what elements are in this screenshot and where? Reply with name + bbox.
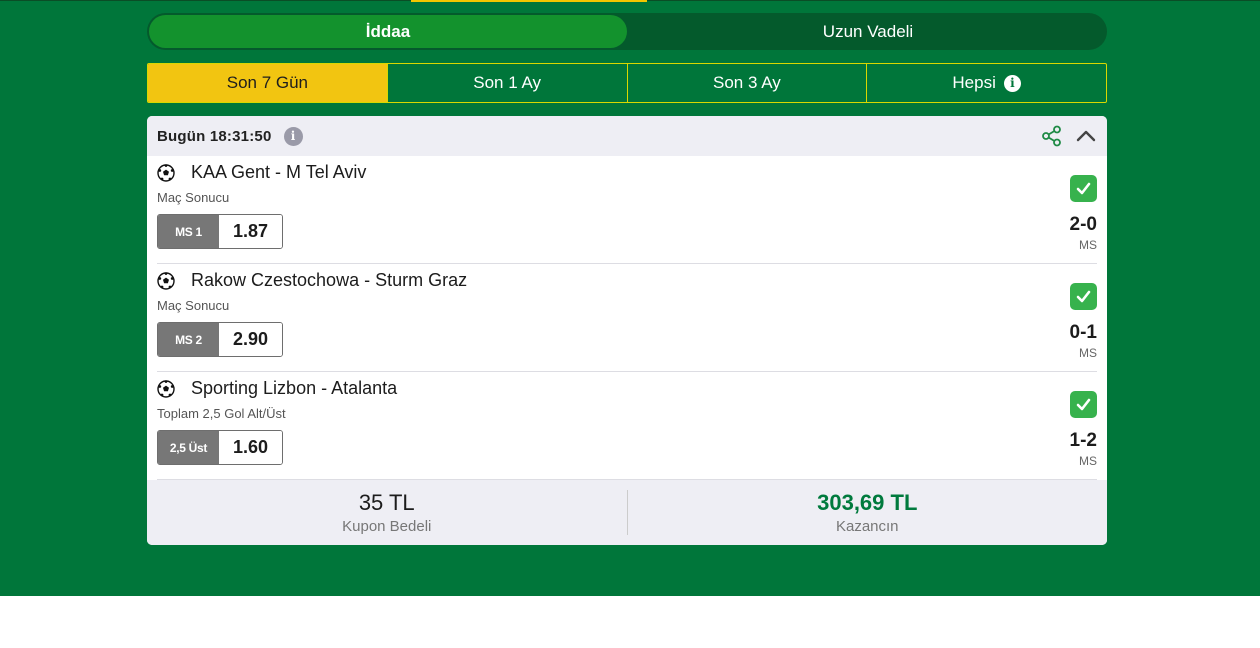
bet-type: Maç Sonucu bbox=[157, 298, 230, 313]
bet-type: Maç Sonucu bbox=[157, 190, 230, 205]
match-row: Sporting Lizbon - Atalanta Toplam 2,5 Go… bbox=[157, 372, 1097, 480]
bet-pick: 2,5 Üst bbox=[158, 431, 219, 464]
match-score: 1-2 bbox=[1069, 430, 1097, 451]
match-score: 2-0 bbox=[1069, 214, 1097, 235]
odds-value: 1.87 bbox=[219, 215, 282, 248]
chevron-up-icon[interactable] bbox=[1075, 125, 1097, 147]
football-icon bbox=[157, 379, 175, 398]
coupon-footer: 35 TL Kupon Bedeli 303,69 TL Kazancın bbox=[147, 480, 1107, 545]
period-tab-all-label: Hepsi bbox=[952, 73, 996, 92]
football-icon bbox=[157, 163, 175, 182]
stake-cell: 35 TL Kupon Bedeli bbox=[147, 480, 627, 545]
check-icon bbox=[1070, 283, 1097, 310]
period-tab-7-days[interactable]: Son 7 Gün bbox=[148, 64, 387, 102]
match-score: 0-1 bbox=[1069, 322, 1097, 343]
match-title: Sporting Lizbon - Atalanta bbox=[157, 378, 397, 399]
top-accent-bar bbox=[411, 0, 647, 2]
football-icon bbox=[157, 271, 175, 290]
stake-amount: 35 TL bbox=[358, 490, 415, 515]
check-icon bbox=[1070, 175, 1097, 202]
coupon-header: Bugün 18:31:50 i bbox=[147, 116, 1107, 156]
tab-iddaa[interactable]: İddaa bbox=[149, 15, 627, 48]
tab-uzun-vadeli[interactable]: Uzun Vadeli bbox=[629, 13, 1107, 50]
period-tab-1-month[interactable]: Son 1 Ay bbox=[386, 64, 627, 102]
match-teams: Sporting Lizbon - Atalanta bbox=[191, 378, 398, 398]
bet-pick: MS 1 bbox=[158, 215, 219, 248]
odds-box: MS 2 2.90 bbox=[157, 322, 283, 357]
coupon-header-actions bbox=[1041, 125, 1097, 147]
period-tab-all[interactable]: Hepsi i bbox=[866, 64, 1106, 102]
match-row: Rakow Czestochowa - Sturm Graz Maç Sonuc… bbox=[157, 264, 1097, 372]
score-label: MS bbox=[1079, 454, 1097, 468]
check-icon bbox=[1070, 391, 1097, 418]
period-filter-bar: Son 7 Gün Son 1 Ay Son 3 Ay Hepsi i bbox=[147, 63, 1107, 103]
match-row: KAA Gent - M Tel Aviv Maç Sonucu MS 1 1.… bbox=[157, 156, 1097, 264]
match-teams: Rakow Czestochowa - Sturm Graz bbox=[191, 270, 468, 290]
info-icon[interactable]: i bbox=[1003, 74, 1021, 92]
share-icon[interactable] bbox=[1041, 125, 1063, 147]
info-icon[interactable]: i bbox=[283, 126, 303, 146]
winnings-amount: 303,69 TL bbox=[817, 490, 918, 515]
coupon-date: Bugün 18:31:50 bbox=[157, 127, 272, 145]
bet-pick: MS 2 bbox=[158, 323, 219, 356]
odds-box: 2,5 Üst 1.60 bbox=[157, 430, 283, 465]
odds-box: MS 1 1.87 bbox=[157, 214, 283, 249]
odds-value: 1.60 bbox=[219, 431, 282, 464]
stake-label: Kupon Bedeli bbox=[342, 518, 432, 535]
score-label: MS bbox=[1079, 238, 1097, 252]
match-title: Rakow Czestochowa - Sturm Graz bbox=[157, 270, 467, 291]
main-tab-bar: İddaa Uzun Vadeli bbox=[147, 13, 1107, 50]
score-label: MS bbox=[1079, 346, 1097, 360]
odds-value: 2.90 bbox=[219, 323, 282, 356]
match-teams: KAA Gent - M Tel Aviv bbox=[191, 162, 367, 182]
match-title: KAA Gent - M Tel Aviv bbox=[157, 162, 366, 183]
winnings-label: Kazancın bbox=[835, 518, 899, 535]
period-tab-3-months[interactable]: Son 3 Ay bbox=[626, 64, 867, 102]
coupon-card: Bugün 18:31:50 i KAA Gent - M Tel Aviv M… bbox=[147, 116, 1107, 545]
bet-type: Toplam 2,5 Gol Alt/Üst bbox=[157, 406, 286, 421]
winnings-cell: 303,69 TL Kazancın bbox=[628, 480, 1108, 545]
